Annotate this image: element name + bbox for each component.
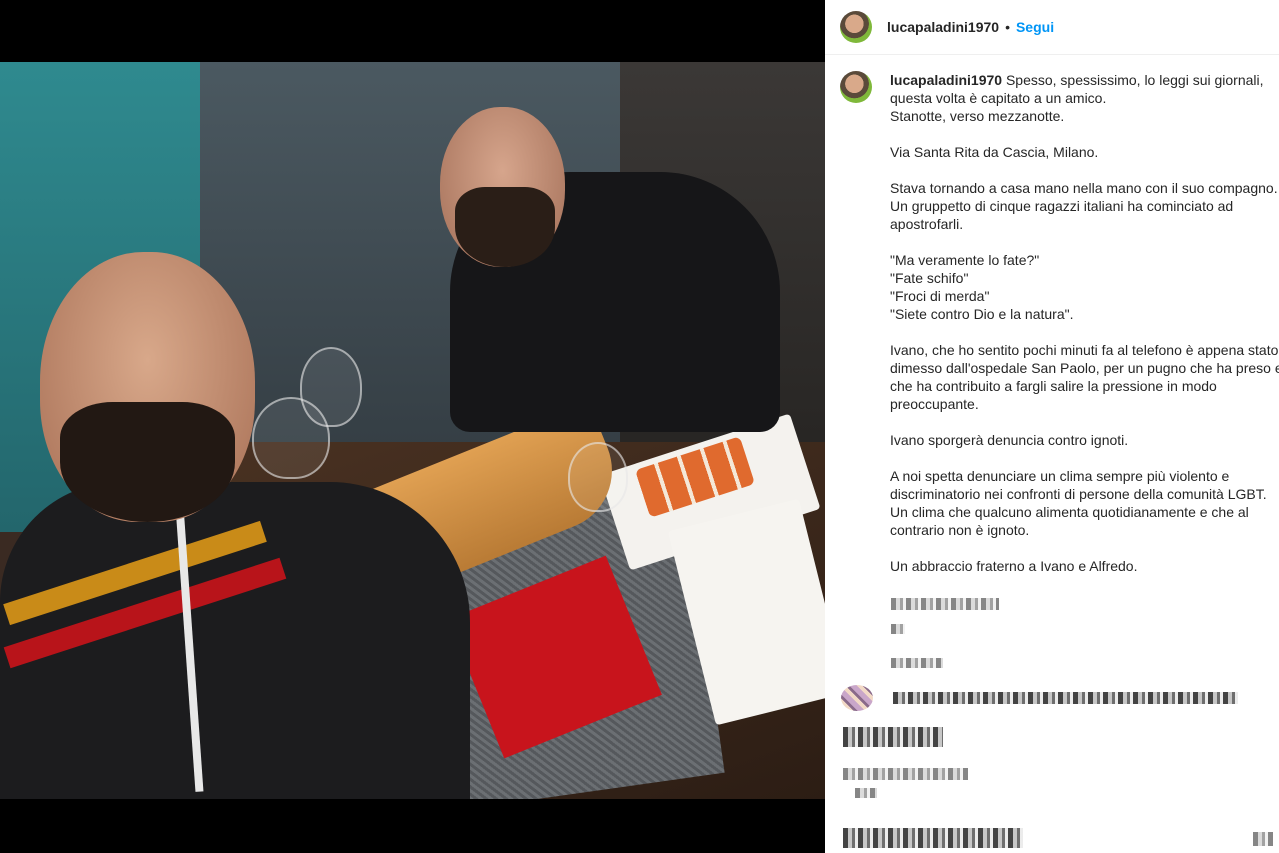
caption-text: lucapaladini1970 Spesso, spessissimo, lo… (890, 71, 1279, 593)
follow-button[interactable]: Segui (1016, 19, 1054, 35)
photo-wine-glass (252, 397, 330, 479)
redacted-comment (893, 692, 1238, 704)
post-side-panel: lucapaladini1970 • Segui lucapaladini197… (825, 0, 1279, 853)
header-separator: • (1005, 19, 1010, 35)
caption-paragraph: "Ma veramente lo fate?" "Fate schifo" "Fro… (890, 252, 1074, 322)
caption-username[interactable]: lucapaladini1970 (890, 72, 1002, 88)
caption-paragraph: Via Santa Rita da Cascia, Milano. (890, 144, 1099, 160)
redacted-icon (1253, 832, 1273, 846)
redacted-commenter-avatar (841, 685, 873, 711)
redacted-comment (843, 828, 1023, 848)
caption-paragraph: Stava tornando a casa mano nella mano co… (890, 180, 1278, 232)
caption-paragraph: Ivano, che ho sentito pochi minuti fa al… (890, 342, 1279, 412)
photo-person-front-beard (60, 402, 235, 522)
redacted-hashtags (891, 598, 999, 610)
caption-avatar[interactable] (840, 71, 872, 103)
post-caption: lucapaladini1970 Spesso, spessissimo, lo… (825, 55, 1279, 593)
caption-paragraph: lucapaladini1970 Spesso, spessissimo, lo… (890, 72, 1264, 124)
caption-paragraph: Ivano sporgerà denuncia contro ignoti. (890, 432, 1129, 448)
caption-paragraph: Un abbraccio fraterno a Ivano e Alfredo. (890, 558, 1138, 574)
redacted-comment (843, 768, 968, 780)
redacted-timestamp (891, 658, 943, 668)
caption-paragraph: A noi spetta denunciare un clima sempre … (890, 468, 1267, 538)
author-avatar[interactable] (840, 11, 872, 43)
photo-wine-glass (568, 442, 628, 512)
author-username[interactable]: lucapaladini1970 (887, 19, 999, 35)
redacted-text (855, 788, 877, 798)
photo-person-back-beard (455, 187, 555, 267)
redacted-text (891, 624, 905, 634)
post-photo[interactable] (0, 62, 825, 799)
post-media (0, 0, 825, 853)
post-header: lucapaladini1970 • Segui (825, 0, 1279, 55)
redacted-comment (843, 727, 943, 747)
